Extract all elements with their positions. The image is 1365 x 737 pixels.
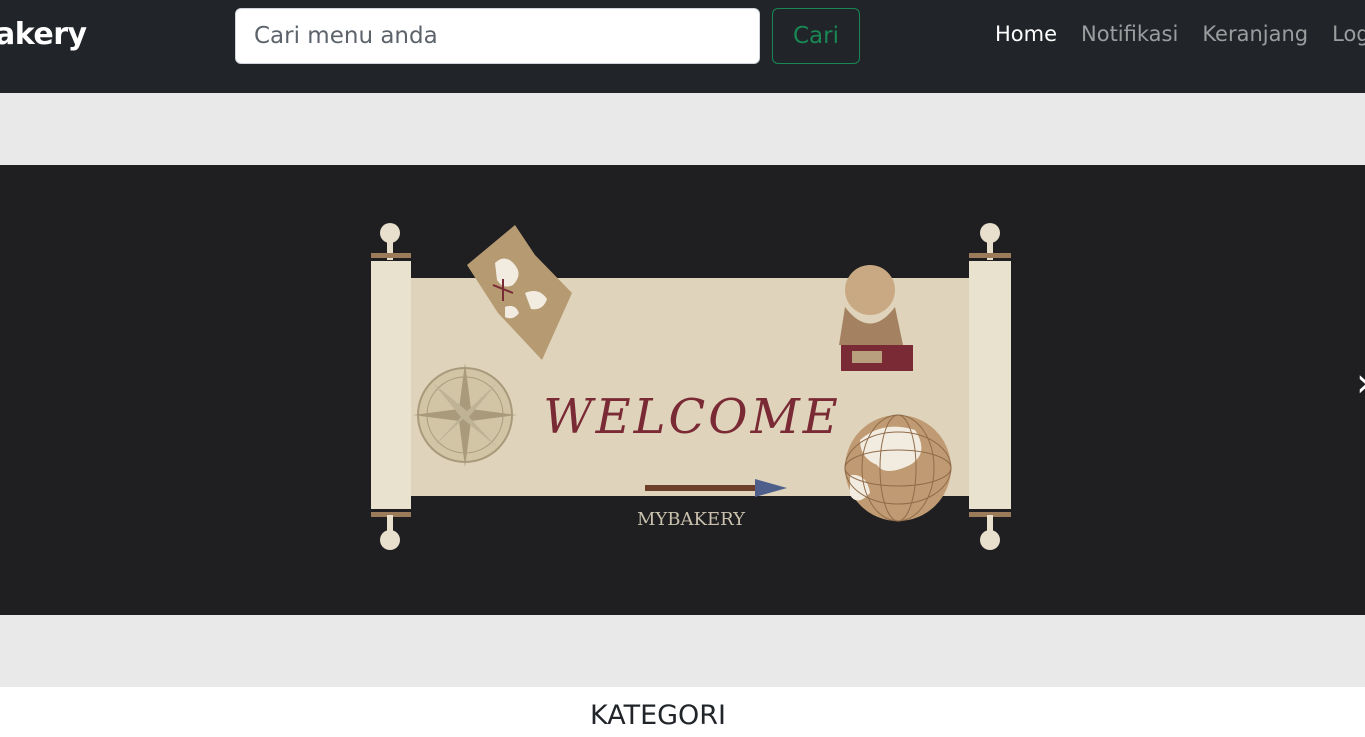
welcome-banner-image: WELCOME MYBAKERY xyxy=(355,215,1025,560)
scroll-left-roller xyxy=(371,223,411,550)
navbar: akery Cari Home Notifikasi Keranjang Log xyxy=(0,0,1365,93)
search-button[interactable]: Cari xyxy=(772,8,860,64)
brand-logo[interactable]: akery xyxy=(0,17,87,52)
carousel-bottom-band xyxy=(0,615,1365,687)
search-input[interactable] xyxy=(235,8,760,64)
scroll-right-roller xyxy=(969,223,1011,550)
nav-link-notifikasi[interactable]: Notifikasi xyxy=(1081,22,1178,46)
welcome-text: WELCOME xyxy=(543,389,841,445)
chevron-right-icon[interactable]: › xyxy=(1356,360,1365,406)
mybakery-brand-text: MYBAKERY xyxy=(637,509,746,530)
globe-icon xyxy=(844,414,952,522)
section-title-kategori: KATEGORI xyxy=(589,700,727,731)
hero-carousel: WELCOME MYBAKERY xyxy=(0,165,1365,615)
nav-link-home[interactable]: Home xyxy=(995,22,1057,46)
nav-link-login[interactable]: Log xyxy=(1332,22,1365,46)
carousel-top-band xyxy=(0,93,1365,165)
nav-link-keranjang[interactable]: Keranjang xyxy=(1202,22,1308,46)
nav-links: Home Notifikasi Keranjang Log xyxy=(995,22,1365,46)
